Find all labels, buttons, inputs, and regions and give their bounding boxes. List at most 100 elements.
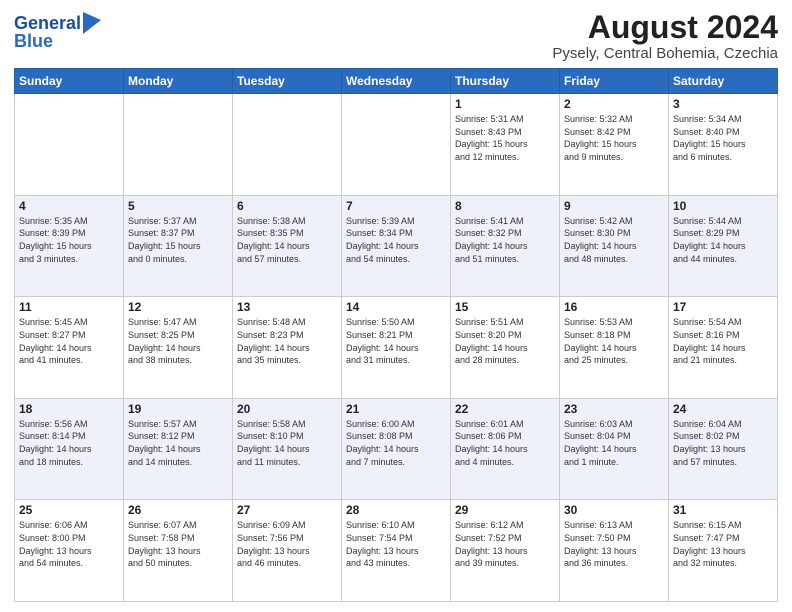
calendar-cell-0-6: 3Sunrise: 5:34 AM Sunset: 8:40 PM Daylig… <box>669 94 778 196</box>
day-number: 11 <box>19 300 119 314</box>
day-info: Sunrise: 5:48 AM Sunset: 8:23 PM Dayligh… <box>237 316 337 366</box>
day-number: 7 <box>346 199 446 213</box>
calendar-cell-2-5: 16 Sunrise: 5:53 AM Sunset: 8:18 PM Dayli… <box>560 297 669 399</box>
col-tuesday: Tuesday <box>233 69 342 94</box>
day-info: Sunrise: 5:47 AM Sunset: 8:25 PM Dayligh… <box>128 316 228 366</box>
calendar-header-row: Sunday Monday Tuesday Wednesday Thursday… <box>15 69 778 94</box>
calendar-cell-4-0: 25 Sunrise: 6:06 AM Sunset: 8:00 PM Dayli… <box>15 500 124 602</box>
day-info: Sunrise: 5:37 AM Sunset: 8:37 PM Dayligh… <box>128 215 228 265</box>
calendar-cell-2-0: 11 Sunrise: 5:45 AM Sunset: 8:27 PM Dayli… <box>15 297 124 399</box>
calendar-row-0: 1 Sunrise: 5:31 AM Sunset: 8:43 PM Daylig… <box>15 94 778 196</box>
day-info: Sunrise: 6:01 AM Sunset: 8:06 PM Dayligh… <box>455 418 555 468</box>
day-info: Sunrise: 6:07 AM Sunset: 7:58 PM Dayligh… <box>128 519 228 569</box>
calendar-table: Sunday Monday Tuesday Wednesday Thursday… <box>14 68 778 602</box>
day-number: 17 <box>673 300 773 314</box>
day-info: Sunrise: 5:53 AM Sunset: 8:18 PM Dayligh… <box>564 316 664 366</box>
logo-icon <box>83 12 101 34</box>
calendar-cell-4-2: 27 Sunrise: 6:09 AM Sunset: 7:56 PM Dayli… <box>233 500 342 602</box>
day-info: Sunrise: 5:45 AM Sunset: 8:27 PM Dayligh… <box>19 316 119 366</box>
day-number: 10 <box>673 199 773 213</box>
day-number: 27 <box>237 503 337 517</box>
col-sunday: Sunday <box>15 69 124 94</box>
calendar-cell-0-5: 2 Sunrise: 5:32 AM Sunset: 8:42 PM Daylig… <box>560 94 669 196</box>
day-info: Sunrise: 5:57 AM Sunset: 8:12 PM Dayligh… <box>128 418 228 468</box>
day-number: 14 <box>346 300 446 314</box>
day-info: Sunrise: 5:32 AM Sunset: 8:42 PM Dayligh… <box>564 113 664 163</box>
calendar-cell-0-3 <box>342 94 451 196</box>
day-info: Sunrise: 5:31 AM Sunset: 8:43 PM Dayligh… <box>455 113 555 163</box>
day-number: 20 <box>237 402 337 416</box>
calendar-cell-0-1 <box>124 94 233 196</box>
col-wednesday: Wednesday <box>342 69 451 94</box>
header: General Blue August 2024 Pysely, Central… <box>14 10 778 62</box>
calendar-cell-3-1: 19 Sunrise: 5:57 AM Sunset: 8:12 PM Dayli… <box>124 398 233 500</box>
day-number: 4 <box>19 199 119 213</box>
calendar-cell-4-5: 30 Sunrise: 6:13 AM Sunset: 7:50 PM Dayli… <box>560 500 669 602</box>
day-number: 22 <box>455 402 555 416</box>
day-number: 2 <box>564 97 664 111</box>
day-number: 29 <box>455 503 555 517</box>
day-info: Sunrise: 5:42 AM Sunset: 8:30 PM Dayligh… <box>564 215 664 265</box>
day-info: Sunrise: 5:56 AM Sunset: 8:14 PM Dayligh… <box>19 418 119 468</box>
day-number: 31 <box>673 503 773 517</box>
calendar-cell-2-3: 14 Sunrise: 5:50 AM Sunset: 8:21 PM Dayli… <box>342 297 451 399</box>
day-info: Sunrise: 5:35 AM Sunset: 8:39 PM Dayligh… <box>19 215 119 265</box>
col-thursday: Thursday <box>451 69 560 94</box>
calendar-cell-4-1: 26Sunrise: 6:07 AM Sunset: 7:58 PM Dayli… <box>124 500 233 602</box>
day-info: Sunrise: 6:03 AM Sunset: 8:04 PM Dayligh… <box>564 418 664 468</box>
day-info: Sunrise: 5:54 AM Sunset: 8:16 PM Dayligh… <box>673 316 773 366</box>
day-number: 28 <box>346 503 446 517</box>
day-number: 30 <box>564 503 664 517</box>
day-number: 16 <box>564 300 664 314</box>
day-number: 25 <box>19 503 119 517</box>
logo: General Blue <box>14 14 101 52</box>
calendar-cell-3-4: 22 Sunrise: 6:01 AM Sunset: 8:06 PM Dayli… <box>451 398 560 500</box>
day-info: Sunrise: 5:38 AM Sunset: 8:35 PM Dayligh… <box>237 215 337 265</box>
calendar-cell-3-6: 24Sunrise: 6:04 AM Sunset: 8:02 PM Dayli… <box>669 398 778 500</box>
day-info: Sunrise: 5:44 AM Sunset: 8:29 PM Dayligh… <box>673 215 773 265</box>
calendar-cell-1-2: 6Sunrise: 5:38 AM Sunset: 8:35 PM Daylig… <box>233 195 342 297</box>
day-info: Sunrise: 6:10 AM Sunset: 7:54 PM Dayligh… <box>346 519 446 569</box>
day-number: 1 <box>455 97 555 111</box>
day-info: Sunrise: 6:00 AM Sunset: 8:08 PM Dayligh… <box>346 418 446 468</box>
day-number: 19 <box>128 402 228 416</box>
col-monday: Monday <box>124 69 233 94</box>
day-info: Sunrise: 6:09 AM Sunset: 7:56 PM Dayligh… <box>237 519 337 569</box>
day-number: 8 <box>455 199 555 213</box>
day-number: 13 <box>237 300 337 314</box>
day-info: Sunrise: 6:15 AM Sunset: 7:47 PM Dayligh… <box>673 519 773 569</box>
page: General Blue August 2024 Pysely, Central… <box>0 0 792 612</box>
calendar-cell-2-6: 17 Sunrise: 5:54 AM Sunset: 8:16 PM Dayli… <box>669 297 778 399</box>
calendar-cell-3-5: 23Sunrise: 6:03 AM Sunset: 8:04 PM Dayli… <box>560 398 669 500</box>
calendar-row-4: 25 Sunrise: 6:06 AM Sunset: 8:00 PM Dayli… <box>15 500 778 602</box>
day-info: Sunrise: 5:50 AM Sunset: 8:21 PM Dayligh… <box>346 316 446 366</box>
day-info: Sunrise: 6:06 AM Sunset: 8:00 PM Dayligh… <box>19 519 119 569</box>
day-info: Sunrise: 5:51 AM Sunset: 8:20 PM Dayligh… <box>455 316 555 366</box>
day-info: Sunrise: 5:39 AM Sunset: 8:34 PM Dayligh… <box>346 215 446 265</box>
calendar-cell-1-4: 8 Sunrise: 5:41 AM Sunset: 8:32 PM Daylig… <box>451 195 560 297</box>
calendar-cell-1-0: 4 Sunrise: 5:35 AM Sunset: 8:39 PM Daylig… <box>15 195 124 297</box>
day-info: Sunrise: 6:13 AM Sunset: 7:50 PM Dayligh… <box>564 519 664 569</box>
day-info: Sunrise: 6:12 AM Sunset: 7:52 PM Dayligh… <box>455 519 555 569</box>
day-number: 12 <box>128 300 228 314</box>
calendar-cell-0-0 <box>15 94 124 196</box>
day-number: 9 <box>564 199 664 213</box>
calendar-cell-3-2: 20 Sunrise: 5:58 AM Sunset: 8:10 PM Dayli… <box>233 398 342 500</box>
calendar-cell-2-4: 15Sunrise: 5:51 AM Sunset: 8:20 PM Dayli… <box>451 297 560 399</box>
day-info: Sunrise: 6:04 AM Sunset: 8:02 PM Dayligh… <box>673 418 773 468</box>
calendar-row-3: 18 Sunrise: 5:56 AM Sunset: 8:14 PM Dayli… <box>15 398 778 500</box>
calendar-cell-4-4: 29 Sunrise: 6:12 AM Sunset: 7:52 PM Dayli… <box>451 500 560 602</box>
day-number: 5 <box>128 199 228 213</box>
day-number: 18 <box>19 402 119 416</box>
calendar-row-2: 11 Sunrise: 5:45 AM Sunset: 8:27 PM Dayli… <box>15 297 778 399</box>
col-friday: Friday <box>560 69 669 94</box>
main-title: August 2024 <box>552 10 778 45</box>
day-number: 21 <box>346 402 446 416</box>
calendar-cell-3-0: 18 Sunrise: 5:56 AM Sunset: 8:14 PM Dayli… <box>15 398 124 500</box>
calendar-cell-1-3: 7 Sunrise: 5:39 AM Sunset: 8:34 PM Daylig… <box>342 195 451 297</box>
calendar-cell-2-2: 13 Sunrise: 5:48 AM Sunset: 8:23 PM Dayli… <box>233 297 342 399</box>
day-info: Sunrise: 5:41 AM Sunset: 8:32 PM Dayligh… <box>455 215 555 265</box>
day-info: Sunrise: 5:58 AM Sunset: 8:10 PM Dayligh… <box>237 418 337 468</box>
title-block: August 2024 Pysely, Central Bohemia, Cze… <box>552 10 778 62</box>
subtitle: Pysely, Central Bohemia, Czechia <box>552 45 778 62</box>
